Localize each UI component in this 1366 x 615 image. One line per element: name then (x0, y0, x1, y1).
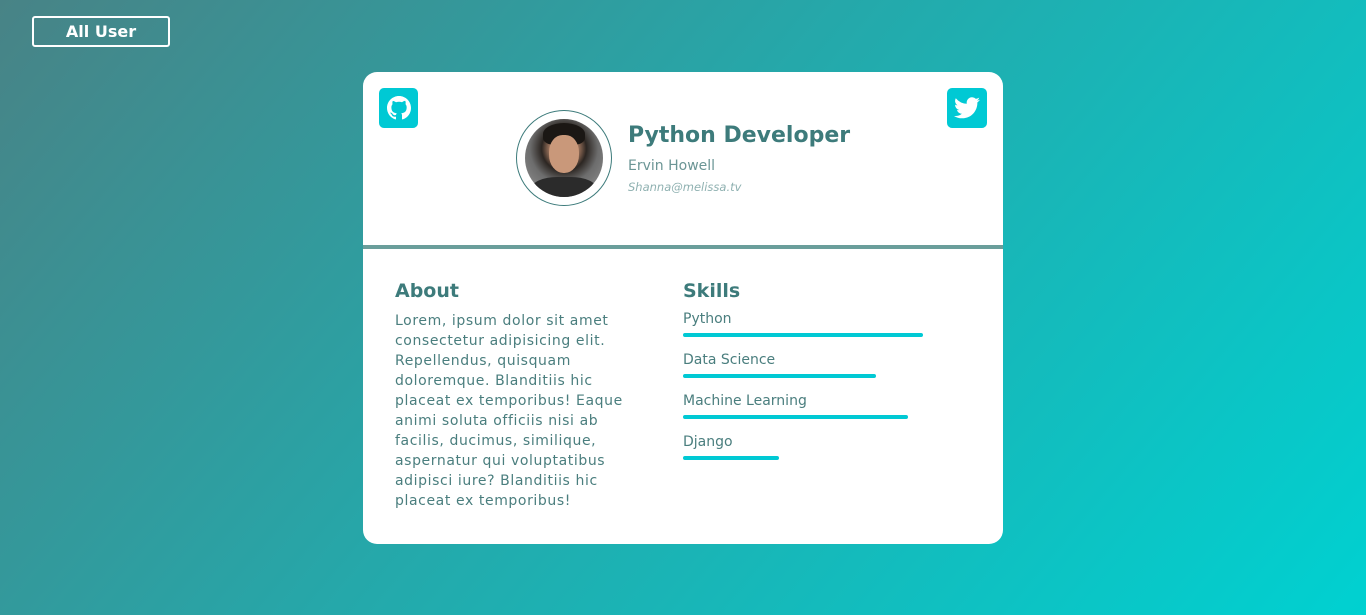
avatar-ring (516, 110, 612, 206)
skill-bar-track (683, 456, 933, 460)
avatar-face (549, 135, 579, 173)
all-user-button[interactable]: All User (32, 16, 170, 47)
skill-bar (683, 456, 780, 460)
skill-label: Data Science (683, 352, 776, 368)
card-divider (363, 245, 1003, 249)
skill-bar (683, 333, 923, 337)
profile-title: Python Developer (628, 123, 851, 148)
profile-email: Shanna@melissa.tv (628, 180, 742, 194)
about-heading: About (395, 280, 459, 302)
profile-card: Python Developer Ervin Howell Shanna@mel… (363, 72, 1003, 544)
skill-bar-track (683, 374, 933, 378)
skill-item: Django (683, 434, 943, 475)
skill-item: Machine Learning (683, 393, 943, 434)
skills-list: Python Data Science Machine Learning Dja… (683, 311, 943, 475)
twitter-icon (954, 97, 980, 119)
about-text: Lorem, ipsum dolor sit amet consectetur … (395, 313, 623, 509)
github-icon (386, 96, 411, 120)
github-button[interactable] (379, 88, 418, 128)
skill-bar (683, 374, 876, 378)
skill-item: Python (683, 311, 943, 352)
skills-heading: Skills (683, 280, 741, 302)
skill-item: Data Science (683, 352, 943, 393)
skill-bar-track (683, 415, 933, 419)
skill-label: Machine Learning (683, 393, 807, 409)
avatar (525, 119, 603, 197)
skill-bar (683, 415, 908, 419)
skill-label: Python (683, 311, 732, 327)
skill-bar-track (683, 333, 933, 337)
avatar-shirt (531, 177, 597, 197)
twitter-button[interactable] (947, 88, 987, 128)
profile-name: Ervin Howell (628, 158, 716, 174)
skill-label: Django (683, 434, 733, 450)
